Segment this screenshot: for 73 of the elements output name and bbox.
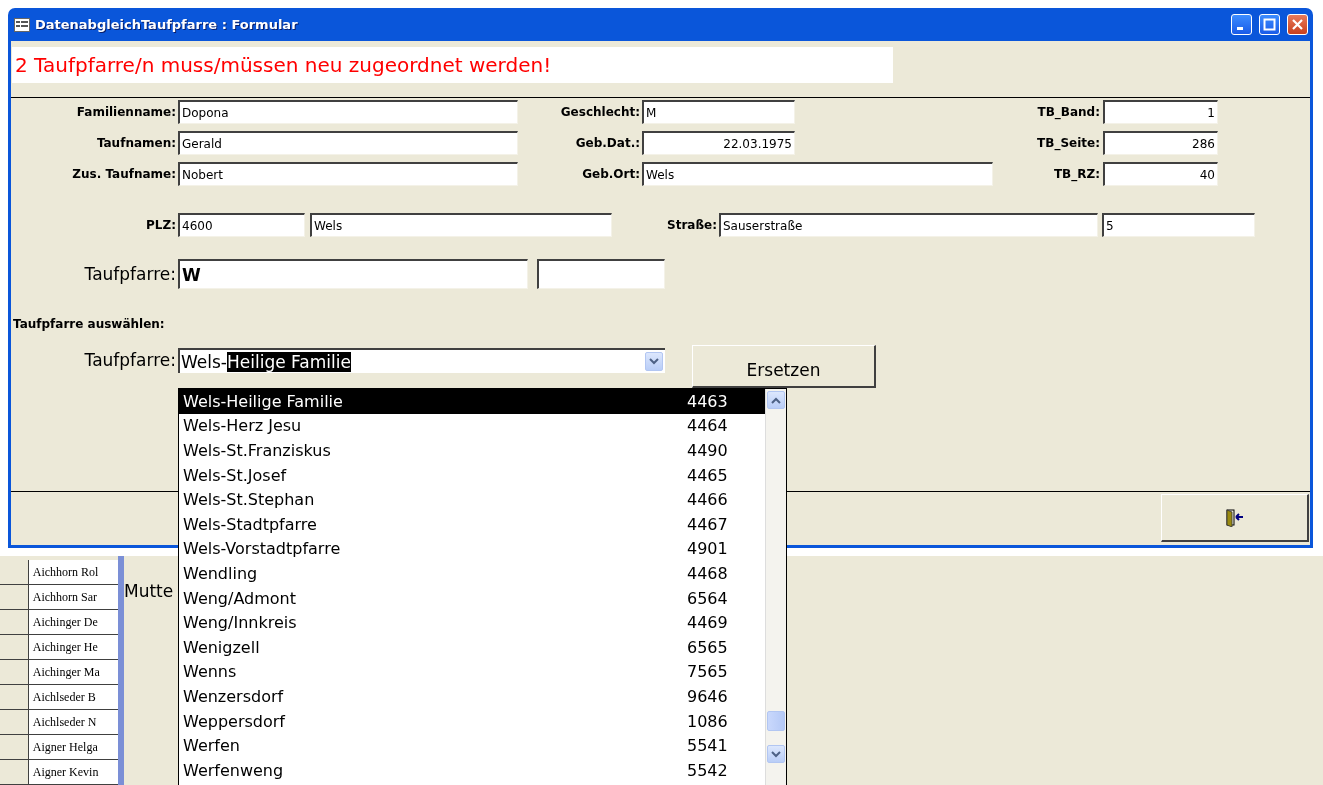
text-field[interactable]: Wels — [310, 213, 612, 237]
table-cell: Aichinger Ma — [28, 660, 118, 684]
table-cell: Aichhorn Rol — [28, 560, 118, 584]
table-cell: Aichlseder N — [28, 710, 118, 734]
text-field[interactable]: Wels — [642, 162, 993, 186]
text-field[interactable]: 40 — [1103, 162, 1218, 186]
window-title: DatenabgleichTaufpfarre : Formular — [35, 17, 299, 32]
list-item[interactable]: Werfenweng 5542 — [179, 757, 765, 783]
field-label: TB_Seite: — [1036, 136, 1100, 150]
field-label: Geb.Dat.: — [574, 136, 640, 150]
text-field[interactable]: W — [178, 259, 528, 289]
list-item[interactable]: Wels-Heilige Familie 4463 — [179, 389, 765, 414]
list-item[interactable]: Wels-St.Josef 4465 — [179, 462, 765, 488]
door-exit-icon — [1225, 508, 1244, 527]
list-item[interactable]: Wels-Vorstadtpfarre 4901 — [179, 536, 765, 562]
scrollbar-thumb[interactable] — [767, 711, 785, 731]
text-field[interactable]: 286 — [1103, 131, 1218, 155]
maximize-icon — [1262, 17, 1277, 32]
combo-box[interactable]: Wels-Heilige Familie — [178, 348, 665, 373]
text-field[interactable]: 22.03.1975 — [642, 131, 795, 155]
text-field[interactable]: Sauserstraße — [719, 213, 1098, 237]
column-heading: Mutte — [124, 581, 175, 601]
chevron-up-icon — [771, 396, 781, 404]
list-item[interactable]: Wenigzell 6565 — [179, 634, 765, 660]
text-field[interactable]: 5 — [1102, 213, 1255, 237]
list-item[interactable]: Werfen 5541 — [179, 733, 765, 758]
list-item[interactable]: Wels-Herz Jesu 4464 — [179, 413, 765, 439]
field-label: Geschlecht: — [559, 105, 640, 119]
table-cell: Aichlseder B — [28, 685, 118, 709]
status-message: 2 Taufpfarre/n muss/müssen neu zugeordnet werden! — [12, 47, 893, 83]
table-cell: Aichinger De — [28, 610, 118, 634]
field-label: TB_RZ: — [1052, 167, 1100, 181]
field-label: Familienname: — [75, 105, 176, 119]
table-cell: Aichhorn Sar — [28, 585, 118, 609]
list-item[interactable]: Wels-Stadtpfarre 4467 — [179, 511, 765, 537]
list-item[interactable]: Weng/Innkreis 4469 — [179, 610, 765, 635]
list-item[interactable]: Wels-St.Franziskus 4490 — [179, 438, 765, 463]
field-label: Taufnamen: — [95, 136, 176, 150]
text-field[interactable]: M — [642, 100, 795, 124]
field-label: Straße: — [666, 218, 717, 232]
field-label: Zus. Taufname: — [71, 167, 176, 181]
list-item[interactable]: Wenzersdorf 9646 — [179, 684, 765, 709]
table-cell: Aigner Helga — [28, 735, 118, 759]
text-field[interactable]: 4600 — [178, 213, 305, 237]
chevron-down-icon — [771, 750, 781, 758]
table-cell: Aichinger He — [28, 635, 118, 659]
text-field[interactable]: Gerald — [178, 131, 518, 155]
table-cell: Aigner Kevin — [28, 760, 118, 784]
field-label: Geb.Ort: — [581, 167, 640, 181]
exit-button[interactable] — [1161, 494, 1309, 542]
field-label: TB_Band: — [1036, 105, 1100, 119]
close-button[interactable] — [1287, 14, 1308, 35]
list-item[interactable]: Weppersdorf 1086 — [179, 708, 765, 734]
minimize-icon — [1237, 27, 1243, 30]
text-field[interactable] — [537, 259, 665, 289]
list-item[interactable]: Wels-St.Stephan 4466 — [179, 487, 765, 512]
section-label: Taufpfarre auswählen: — [13, 317, 166, 331]
list-item[interactable]: Wendling 4468 — [179, 561, 765, 586]
text-field[interactable]: 1 — [1103, 100, 1218, 124]
field-label: Taufpfarre: — [83, 264, 176, 284]
list-item[interactable]: Weng/Admont 6564 — [179, 585, 765, 611]
form-icon — [14, 17, 30, 32]
field-label: PLZ: — [145, 218, 176, 232]
scrollbar[interactable] — [765, 389, 786, 785]
minimize-button[interactable] — [1231, 14, 1252, 35]
close-icon — [1290, 17, 1305, 32]
chevron-down-icon — [649, 358, 659, 365]
field-label: Taufpfarre: — [83, 350, 176, 370]
maximize-button[interactable] — [1259, 14, 1280, 35]
replace-button[interactable]: Ersetzen — [692, 345, 876, 388]
text-field[interactable]: Nobert — [178, 162, 518, 186]
text-field[interactable]: Dopona — [178, 100, 518, 124]
list-item[interactable]: Wenns 7565 — [179, 659, 765, 685]
